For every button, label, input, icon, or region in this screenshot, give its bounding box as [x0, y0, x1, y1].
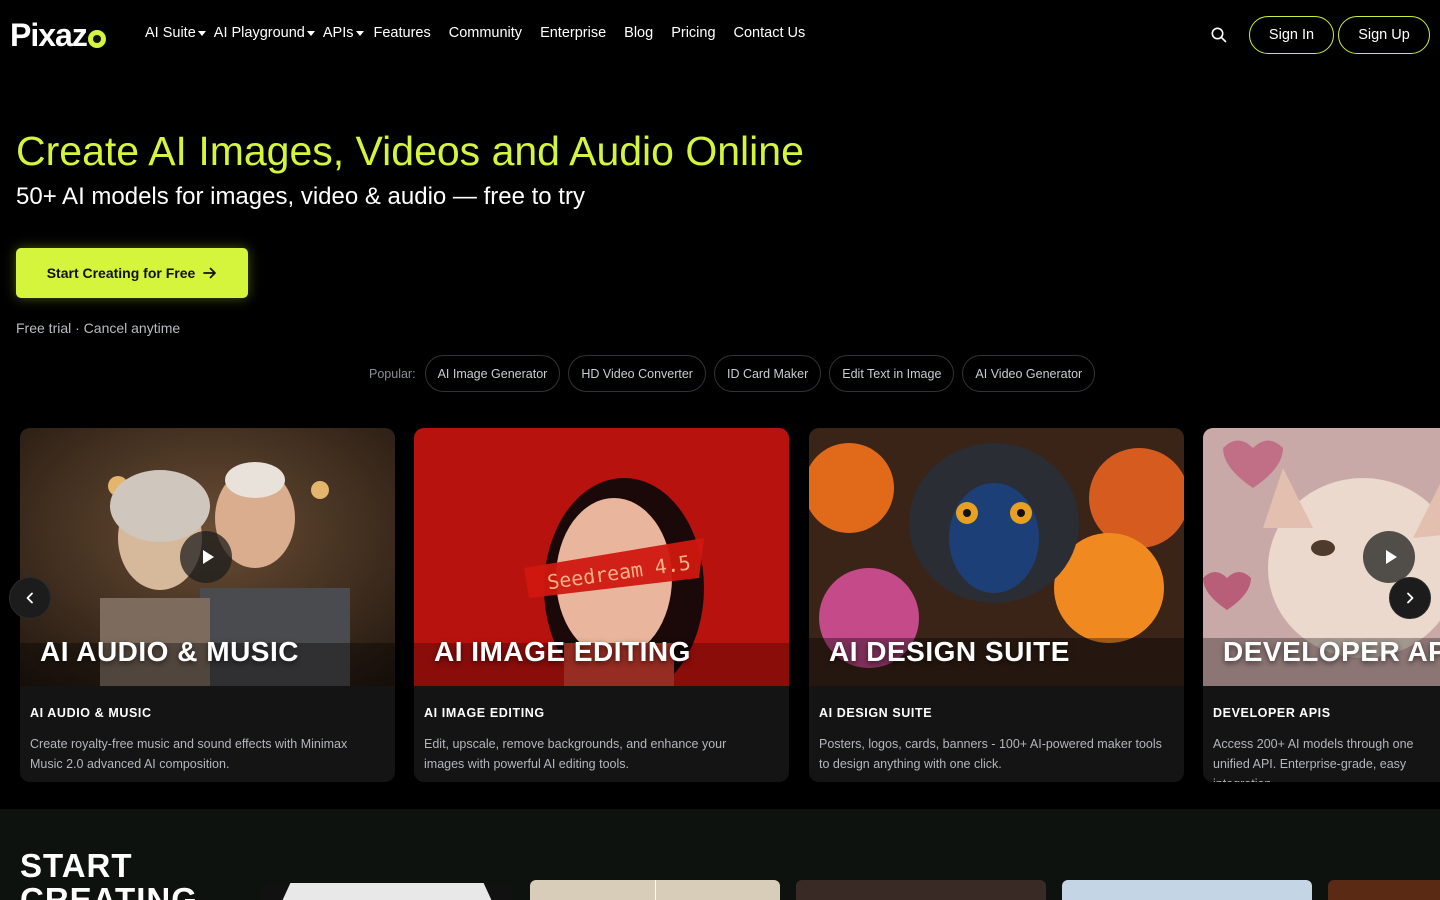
- start-creating-section: START CREATING: [0, 809, 1440, 900]
- top-navbar: Pixaz AI Suite AI Playground APIs Featur…: [0, 0, 1440, 70]
- menu-community[interactable]: Community: [449, 25, 522, 41]
- trial-note: Free trial · Cancel anytime: [16, 320, 181, 336]
- sign-up-button[interactable]: Sign Up: [1338, 16, 1430, 54]
- card-ai-design-suite[interactable]: AI DESIGN SUITE AI DESIGN SUITE Posters,…: [809, 428, 1184, 782]
- card-title: DEVELOPER APIS: [1213, 706, 1331, 720]
- menu-ai-suite-label: AI Suite: [145, 25, 196, 41]
- caret-down-icon: [197, 30, 206, 36]
- card-overlay-title: AI AUDIO & MUSIC: [40, 636, 299, 667]
- caret-down-icon: [355, 30, 364, 36]
- thumbnail[interactable]: [796, 880, 1046, 900]
- play-icon[interactable]: [180, 531, 232, 583]
- card-ai-image-editing[interactable]: Seedream 4.5 AI IMAGE EDITING AI IMAGE E…: [414, 428, 789, 782]
- hero-title: Create AI Images, Videos and Audio Onlin…: [16, 128, 804, 174]
- chevron-left-icon: [26, 592, 33, 604]
- thumbnail[interactable]: [530, 880, 780, 900]
- thumbnail[interactable]: [1328, 880, 1440, 900]
- chip-ai-video-generator[interactable]: AI Video Generator: [962, 355, 1096, 392]
- carousel-prev-button[interactable]: [9, 577, 51, 619]
- carousel-next-button[interactable]: [1389, 577, 1431, 619]
- card-overlay-title: AI IMAGE EDITING: [434, 636, 691, 667]
- main-menu: AI Suite AI Playground APIs Features Com…: [145, 25, 823, 41]
- section-heading-line-1: START: [20, 847, 133, 884]
- thumbnail[interactable]: [1062, 880, 1312, 900]
- card-title: AI AUDIO & MUSIC: [30, 706, 152, 720]
- card-description: Create royalty-free music and sound effe…: [30, 737, 348, 771]
- card-title: AI DESIGN SUITE: [819, 706, 933, 720]
- card-description: Access 200+ AI models through one unifie…: [1213, 737, 1414, 782]
- section-heading-line-2: CREATING: [20, 881, 198, 900]
- caret-down-icon: [306, 30, 315, 36]
- feature-carousel: AI AUDIO & MUSIC AI AUDIO & MUSIC Create…: [0, 428, 1440, 783]
- arrow-right-icon: [203, 267, 217, 279]
- chip-hd-video-converter[interactable]: HD Video Converter: [568, 355, 706, 392]
- logo-text: Pixaz: [10, 17, 88, 53]
- menu-enterprise[interactable]: Enterprise: [540, 25, 606, 41]
- card-overlay-title: AI DESIGN SUITE: [829, 636, 1070, 667]
- menu-contact-us[interactable]: Contact Us: [734, 25, 806, 41]
- chip-id-card-maker[interactable]: ID Card Maker: [713, 355, 822, 392]
- section-heading: START CREATING: [20, 849, 198, 900]
- hero-subtitle: 50+ AI models for images, video & audio …: [16, 183, 585, 210]
- menu-pricing[interactable]: Pricing: [671, 25, 715, 41]
- menu-ai-playground[interactable]: AI Playground: [214, 25, 315, 41]
- thumbnail[interactable]: [262, 883, 512, 900]
- sign-in-button[interactable]: Sign In: [1249, 16, 1334, 54]
- popular-label: Popular:: [369, 366, 416, 381]
- play-icon[interactable]: [1363, 531, 1415, 583]
- popular-tools: Popular: AI Image Generator HD Video Con…: [369, 354, 1103, 393]
- menu-apis[interactable]: APIs: [323, 25, 364, 41]
- chevron-right-icon: [1407, 592, 1414, 604]
- card-ai-audio-music[interactable]: AI AUDIO & MUSIC AI AUDIO & MUSIC Create…: [20, 428, 395, 782]
- menu-ai-suite[interactable]: AI Suite: [145, 25, 206, 41]
- logo-mark-icon: [87, 30, 106, 48]
- card-description: Posters, logos, cards, banners - 100+ AI…: [819, 737, 1162, 771]
- search-icon[interactable]: [1210, 26, 1228, 44]
- start-creating-button[interactable]: Start Creating for Free: [16, 248, 248, 298]
- menu-apis-label: APIs: [322, 25, 354, 41]
- card-title: AI IMAGE EDITING: [424, 706, 545, 720]
- card-description: Edit, upscale, remove backgrounds, and e…: [424, 737, 727, 771]
- menu-features[interactable]: Features: [374, 25, 431, 41]
- chip-edit-text-in-image[interactable]: Edit Text in Image: [829, 355, 955, 392]
- logo[interactable]: Pixaz: [10, 17, 106, 53]
- chip-ai-image-generator[interactable]: AI Image Generator: [424, 355, 561, 392]
- start-creating-label: Start Creating for Free: [46, 265, 196, 281]
- card-overlay-title: DEVELOPER APIS: [1223, 636, 1440, 667]
- menu-blog[interactable]: Blog: [624, 25, 653, 41]
- menu-ai-playground-label: AI Playground: [213, 25, 305, 41]
